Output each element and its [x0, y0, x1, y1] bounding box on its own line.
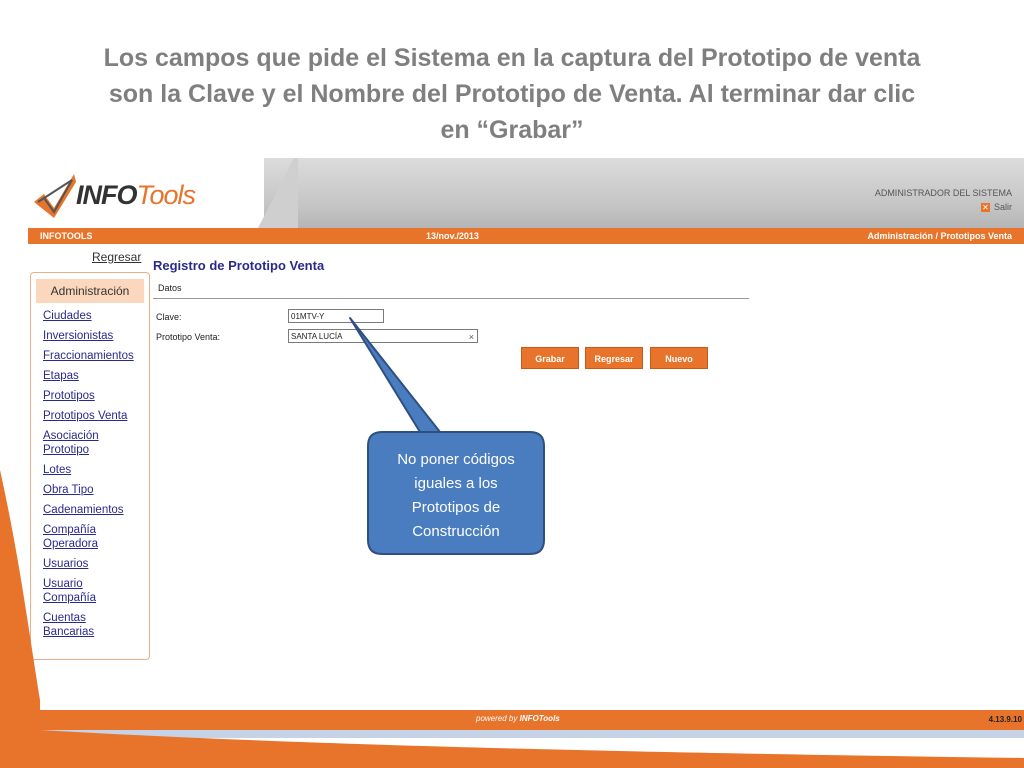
prototipo-venta-label: Prototipo Venta: [156, 332, 221, 342]
version-label: 4.13.9.10 [988, 715, 1022, 724]
user-label: ADMINISTRADOR DEL SISTEMA [874, 188, 1012, 198]
prototipo-venta-input[interactable]: SANTA LUCÍA × [288, 329, 478, 343]
back-link[interactable]: Regresar [92, 250, 141, 264]
taskbar [28, 730, 1024, 738]
info-bar: INFOTOOLS 13/nov./2013 Administración / … [28, 228, 1024, 244]
slide-title-line-1: Los campos que pide el Sistema en la cap… [103, 44, 921, 72]
slide-title-line-3: en “Grabar” [440, 116, 584, 144]
logo-text: INFOTools [76, 180, 196, 210]
powered-by: powered by INFOTools [476, 714, 560, 723]
callout-line-1: No poner códigos [397, 451, 515, 468]
footer-bar: powered by INFOTools 4.13.9.10 [28, 710, 1024, 730]
sidebar-item-compania-operadora[interactable]: Compañía Operadora [35, 523, 123, 551]
logo-check-icon [34, 174, 76, 218]
section-label: Datos [158, 283, 182, 293]
sidebar-item-cuentas-bancarias[interactable]: Cuentas Bancarias [35, 611, 113, 639]
sidebar-item-inversionistas[interactable]: Inversionistas [35, 329, 149, 343]
sidebar-item-obra-tipo[interactable]: Obra Tipo [35, 483, 149, 497]
form-title: Registro de Prototipo Venta [153, 258, 325, 273]
sidebar-item-ciudades[interactable]: Ciudades [35, 309, 149, 323]
app-name: INFOTOOLS [40, 231, 93, 241]
callout-line-3: Prototipos de [411, 499, 501, 516]
sidebar-item-lotes[interactable]: Lotes [35, 463, 149, 477]
sidebar-item-usuario-compania[interactable]: Usuario Compañía [35, 577, 113, 605]
logout-label: Salir [993, 202, 1012, 212]
breadcrumb: Administración / Prototipos Venta [867, 231, 1012, 241]
sidebar-item-usuarios[interactable]: Usuarios [35, 557, 149, 571]
save-button[interactable]: Grabar [521, 347, 579, 369]
sidebar-header: Administración [36, 279, 144, 303]
callout-text: No poner códigos iguales a los Prototipo… [372, 448, 540, 544]
sidebar-item-etapas[interactable]: Etapas [35, 369, 149, 383]
back-button[interactable]: Regresar [585, 347, 643, 369]
prototipo-venta-value: SANTA LUCÍA [291, 332, 343, 341]
sidebar-item-asociacion-prototipo[interactable]: Asociación Prototipo [35, 429, 133, 457]
sidebar-item-cadenamientos[interactable]: Cadenamientos [35, 503, 149, 517]
close-icon: ✕ [980, 202, 990, 212]
clear-icon[interactable]: × [469, 330, 474, 344]
new-button[interactable]: Nuevo [650, 347, 708, 369]
clave-input[interactable]: 01MTV-Y [288, 309, 384, 323]
sidebar-item-prototipos[interactable]: Prototipos [35, 389, 149, 403]
callout-line-4: Construcción [412, 523, 500, 540]
sidebar: Administración Ciudades Inversionistas F… [30, 272, 150, 660]
sidebar-item-prototipos-venta[interactable]: Prototipos Venta [35, 409, 149, 423]
logout-link[interactable]: ✕ Salir [980, 202, 1012, 212]
current-date: 13/nov./2013 [426, 231, 479, 241]
sidebar-item-fraccionamientos[interactable]: Fraccionamientos [35, 349, 149, 363]
callout-line-2: iguales a los [414, 475, 498, 492]
section-divider [153, 298, 749, 299]
header-diagonal [258, 158, 298, 228]
app-header: INFOTools ADMINISTRADOR DEL SISTEMA ✕ Sa… [28, 158, 1024, 228]
slide-title-line-2: son la Clave y el Nombre del Prototipo d… [108, 80, 916, 108]
clave-label: Clave: [156, 312, 182, 322]
logo: INFOTools [28, 158, 298, 228]
slide-title: Los campos que pide el Sistema en la cap… [60, 40, 964, 148]
